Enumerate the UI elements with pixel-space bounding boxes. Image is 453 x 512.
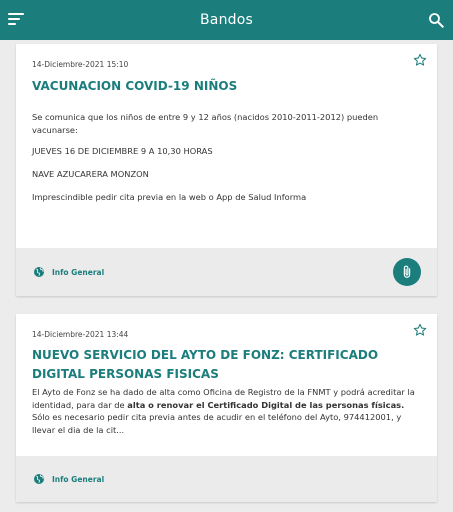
bando-paragraph: Imprescindible pedir cita previa en la w… bbox=[32, 192, 307, 202]
bando-title: NUEVO SERVICIO DEL AYTO DE FONZ: CERTIFI… bbox=[32, 348, 379, 381]
search-icon[interactable] bbox=[427, 11, 445, 29]
bando-paragraph: JUEVES 16 DE DICIEMBRE 9 A 10,30 HORAS bbox=[32, 146, 213, 156]
star-icon[interactable] bbox=[413, 323, 427, 337]
bando-footer: Info General bbox=[16, 456, 437, 502]
category-link[interactable]: Info General bbox=[33, 266, 104, 278]
app-bar: Bandos bbox=[0, 0, 453, 40]
bando-date: 14-Diciembre-2021 15:10 bbox=[32, 60, 129, 69]
menu-icon[interactable] bbox=[8, 12, 26, 28]
globe-icon bbox=[34, 267, 44, 277]
category-link[interactable]: Info General bbox=[33, 473, 104, 485]
bando-body: El Ayto de Fonz se ha dado de alta como … bbox=[32, 386, 423, 436]
bando-paragraph: Se comunica que los niños de entre 9 y 1… bbox=[32, 112, 379, 135]
category-label: Info General bbox=[52, 267, 105, 277]
bando-card[interactable]: 14-Diciembre-2021 15:10 VACUNACION COVID… bbox=[16, 44, 437, 296]
bando-body-text: Sólo es necesario pedir cita previa ante… bbox=[32, 412, 402, 435]
bando-date: 14-Diciembre-2021 13:44 bbox=[32, 330, 129, 339]
bando-paragraph: NAVE AZUCARERA MONZON bbox=[32, 169, 149, 179]
bando-body-bold: alta o renovar el Certificado Digital de… bbox=[127, 399, 405, 410]
page-title: Bandos bbox=[199, 12, 253, 28]
paperclip-icon bbox=[403, 265, 411, 278]
category-label: Info General bbox=[52, 474, 105, 484]
bando-title: VACUNACION COVID-19 NIÑOS bbox=[32, 79, 238, 93]
attachment-button[interactable] bbox=[393, 258, 421, 286]
bando-footer: Info General bbox=[16, 248, 437, 296]
bando-card[interactable]: 14-Diciembre-2021 13:44 NUEVO SERVICIO D… bbox=[16, 314, 437, 502]
star-icon[interactable] bbox=[413, 53, 427, 67]
globe-icon bbox=[34, 474, 44, 484]
